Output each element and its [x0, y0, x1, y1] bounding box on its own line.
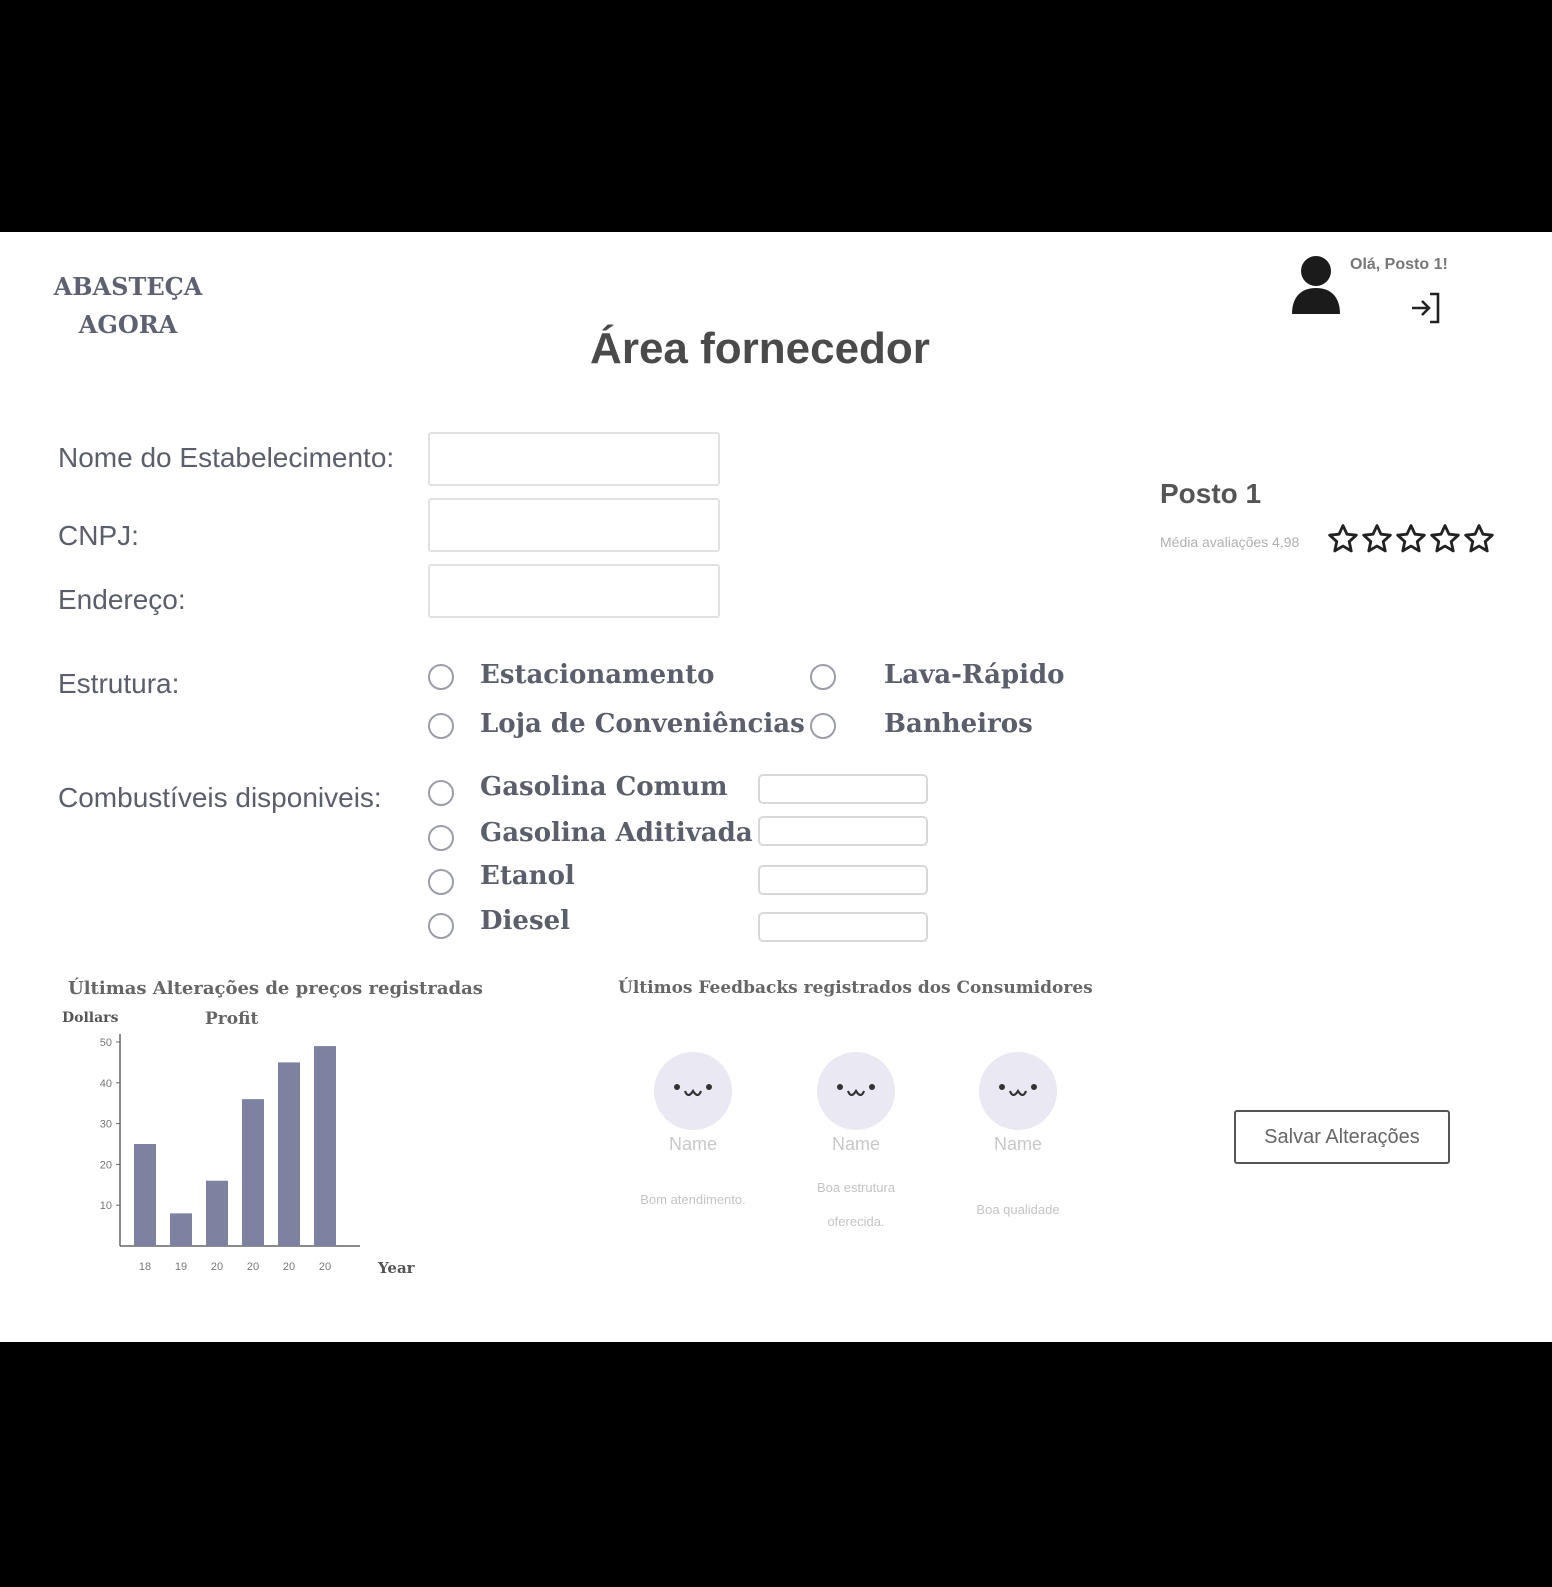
fuel-option-regular-gasoline: Gasolina Comum: [480, 772, 728, 802]
smiley-face-icon: [817, 1052, 895, 1130]
structure-radio-convenience-store[interactable]: [428, 713, 454, 739]
station-name: Posto 1: [1160, 478, 1262, 509]
chart-y-tick-label: 10: [100, 1200, 112, 1212]
fuel-price-regular-gasoline[interactable]: [758, 774, 928, 804]
address-label: Endereço:: [58, 584, 186, 615]
save-changes-button[interactable]: Salvar Alterações: [1234, 1110, 1450, 1164]
chart-y-tick-label: 30: [100, 1119, 112, 1131]
logo-line-2: AGORA: [78, 310, 178, 339]
chart-x-tick-label: 20: [319, 1261, 331, 1273]
feedback-author: Name: [993, 1134, 1042, 1154]
app-logo: ABASTEÇA AGORA: [40, 268, 216, 344]
fuel-option-ethanol: Etanol: [480, 861, 575, 891]
fuel-option-diesel: Diesel: [480, 906, 571, 936]
chart-x-tick-label: 20: [283, 1261, 295, 1273]
fuel-price-additive-gasoline[interactable]: [758, 816, 928, 846]
feedback-comment-line: Boa qualidade: [976, 1202, 1060, 1217]
structure-label: Estrutura:: [58, 668, 180, 699]
feedback-card: Name Boa estrutura oferecida.: [796, 1052, 916, 1239]
chart-x-axis-label: Year: [377, 1259, 416, 1277]
establishment-name-input[interactable]: [428, 432, 720, 486]
chart-x-tick-label: 20: [211, 1261, 223, 1273]
feedback-comment: Boa estrutura oferecida.: [796, 1171, 916, 1239]
establishment-name-label: Nome do Estabelecimento:: [58, 442, 395, 473]
cnpj-input[interactable]: [428, 498, 720, 552]
smiley-face-icon: [654, 1052, 732, 1130]
price-history-title: Últimas Alterações de preços registradas: [68, 978, 483, 999]
feedback-card: Name Bom atendimento.: [633, 1052, 753, 1217]
feedback-comment: Boa qualidade: [958, 1193, 1078, 1227]
chart-x-tick-label: 19: [175, 1261, 187, 1273]
feedback-comment: Bom atendimento.: [633, 1183, 753, 1217]
profit-bar-chart: Dollars Profit 10 20 30 40 50 18 19 20 20 20 20 Year: [62, 1009, 416, 1277]
chart-x-tick-label: 20: [247, 1261, 259, 1273]
page-title: Área fornecedor: [590, 324, 930, 373]
structure-option-car-wash: Lava-Rápido: [884, 660, 1065, 690]
user-icon: [1292, 256, 1340, 314]
chart-bar: [206, 1180, 228, 1246]
chart-y-tick-label: 50: [100, 1037, 112, 1049]
fuel-price-ethanol[interactable]: [758, 865, 928, 895]
chart-bar: [278, 1062, 300, 1246]
smiley-face-icon: [979, 1052, 1057, 1130]
chart-x-tick-label: 18: [139, 1261, 151, 1273]
structure-option-convenience-store: Loja de Conveniências: [480, 709, 805, 739]
fuel-radio-ethanol[interactable]: [428, 869, 454, 895]
chart-title: Profit: [205, 1009, 258, 1029]
star-outline-icon: [1464, 524, 1494, 553]
fuel-radio-diesel[interactable]: [428, 913, 454, 939]
feedback-comment-line: Bom atendimento.: [640, 1192, 746, 1207]
address-input[interactable]: [428, 564, 720, 618]
fuel-radio-additive-gasoline[interactable]: [428, 825, 454, 851]
rating-stars: [1326, 522, 1496, 556]
chart-y-tick-label: 20: [100, 1159, 112, 1171]
chart-y-axis-label: Dollars: [62, 1010, 119, 1026]
feedback-title: Últimos Feedbacks registrados dos Consum…: [618, 978, 1093, 998]
star-outline-icon: [1430, 524, 1460, 553]
feedback-card: Name Boa qualidade: [958, 1052, 1078, 1227]
star-outline-icon: [1396, 524, 1426, 553]
chart-bar: [134, 1144, 156, 1246]
cnpj-label: CNPJ:: [58, 520, 139, 551]
fuel-option-additive-gasoline: Gasolina Aditivada: [480, 818, 753, 848]
chart-bar: [314, 1046, 336, 1246]
feedback-comment-line: Boa estrutura: [816, 1180, 896, 1195]
rating-average: Média avaliações 4,98: [1160, 534, 1300, 550]
structure-radio-restrooms[interactable]: [810, 713, 836, 739]
structure-option-parking: Estacionamento: [480, 660, 715, 690]
star-outline-icon: [1328, 524, 1358, 553]
fuels-label: Combustíveis disponiveis:: [58, 782, 382, 813]
supplier-area-screen: ABASTEÇA AGORA Área fornecedor Olá, Post…: [0, 232, 1552, 1342]
feedback-comment-line: oferecida.: [827, 1214, 885, 1229]
fuel-radio-regular-gasoline[interactable]: [428, 780, 454, 806]
fuel-price-diesel[interactable]: [758, 912, 928, 942]
feedback-author: Name: [668, 1134, 717, 1154]
logo-line-1: ABASTEÇA: [53, 272, 203, 301]
structure-radio-car-wash[interactable]: [810, 664, 836, 690]
chart-bar: [242, 1099, 264, 1246]
logout-icon[interactable]: [1406, 288, 1446, 328]
chart-y-tick-label: 40: [100, 1078, 112, 1090]
greeting-text: Olá, Posto 1!: [1350, 256, 1448, 273]
structure-option-restrooms: Banheiros: [884, 709, 1033, 739]
feedback-author: Name: [831, 1134, 880, 1154]
structure-radio-parking[interactable]: [428, 664, 454, 690]
star-outline-icon: [1362, 524, 1392, 553]
chart-bar: [170, 1213, 192, 1246]
